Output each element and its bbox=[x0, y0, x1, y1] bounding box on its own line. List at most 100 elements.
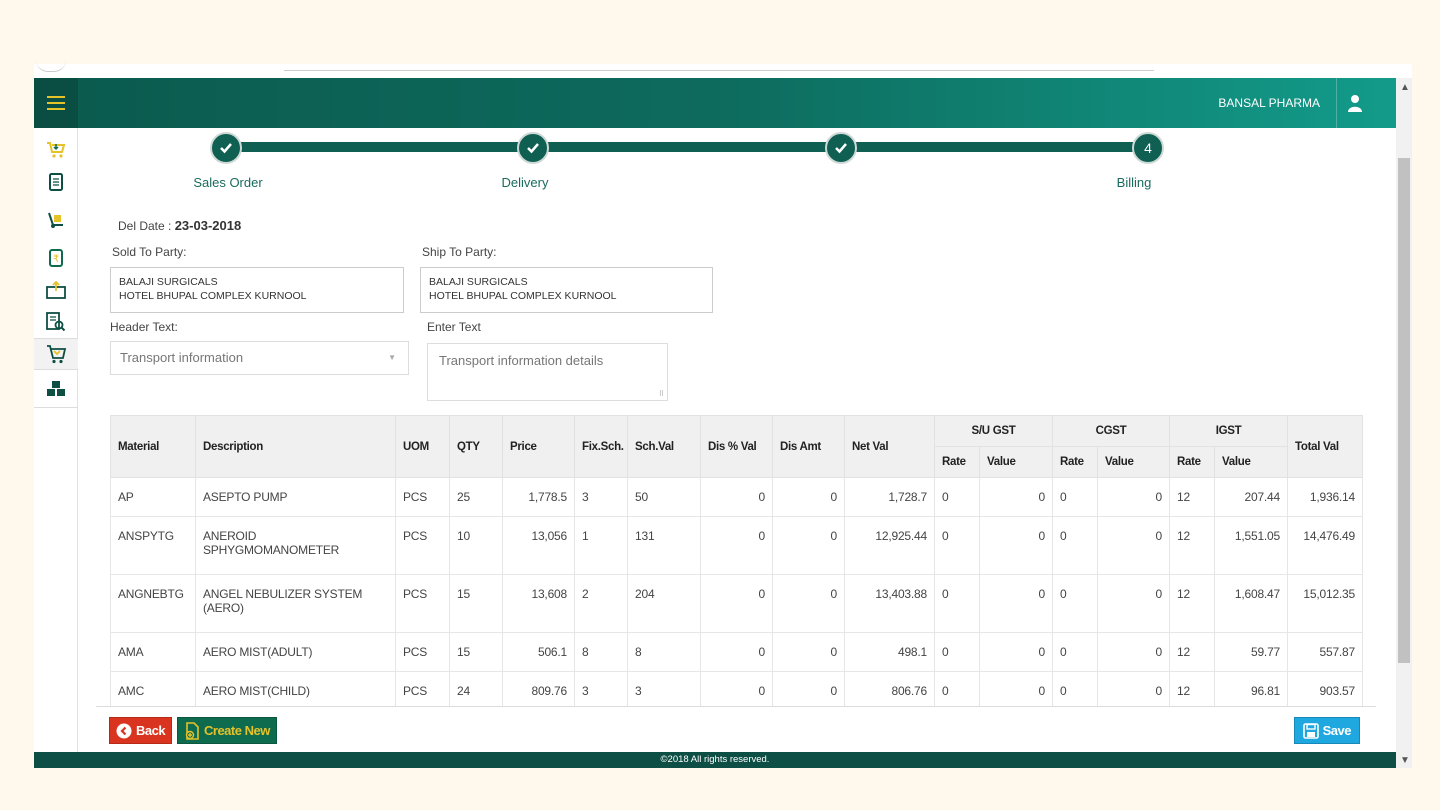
sidebar-item-inventory[interactable] bbox=[34, 370, 78, 408]
col-su-rate[interactable]: Rate bbox=[934, 446, 980, 478]
document-icon bbox=[49, 173, 63, 191]
sidebar-item-billing[interactable]: ₹ bbox=[34, 242, 78, 274]
cell-sch-val: 50 bbox=[627, 477, 701, 517]
cell-material: AP bbox=[110, 477, 196, 517]
col-material[interactable]: Material bbox=[110, 415, 196, 478]
back-button[interactable]: Back bbox=[109, 717, 173, 744]
scroll-down-arrow-icon[interactable]: ▼ bbox=[1400, 755, 1410, 766]
col-sch-val[interactable]: Sch.Val bbox=[627, 415, 701, 478]
cell-cgst-rate: 0 bbox=[1052, 574, 1098, 633]
col-cgst-rate[interactable]: Rate bbox=[1052, 446, 1098, 478]
cell-uom: PCS bbox=[395, 632, 450, 672]
new-document-icon bbox=[185, 721, 199, 740]
table-row[interactable]: AMA AERO MIST(ADULT) PCS 15 506.1 8 8 0 … bbox=[110, 632, 1364, 672]
col-net-val[interactable]: Net Val bbox=[844, 415, 935, 478]
table-row[interactable]: ANSPYTG ANEROID SPHYGMOMANOMETER PCS 10 … bbox=[110, 516, 1364, 575]
check-icon bbox=[835, 143, 847, 154]
create-new-button[interactable]: Create New bbox=[177, 717, 277, 744]
sold-to-line1: BALAJI SURGICALS bbox=[119, 276, 218, 288]
cell-su-value: 0 bbox=[979, 632, 1053, 672]
cell-fix-sch: 1 bbox=[574, 516, 628, 575]
step-sales-order[interactable] bbox=[210, 132, 242, 164]
col-igst-value[interactable]: Value bbox=[1213, 446, 1289, 478]
cell-igst-rate: 12 bbox=[1169, 574, 1215, 633]
top-header: BANSAL PHARMA bbox=[34, 78, 1396, 128]
scroll-up-arrow-icon[interactable]: ▲ bbox=[1400, 82, 1410, 93]
col-group-igst: IGST bbox=[1168, 415, 1289, 447]
col-price[interactable]: Price bbox=[502, 415, 575, 478]
page-scrollbar[interactable]: ▲ ▼ bbox=[1396, 78, 1412, 768]
floppy-disk-icon bbox=[1302, 722, 1319, 739]
user-profile-button[interactable] bbox=[1336, 78, 1372, 128]
col-description[interactable]: Description bbox=[195, 415, 396, 478]
cubes-icon bbox=[47, 380, 65, 396]
cell-cgst-rate: 0 bbox=[1052, 632, 1098, 672]
col-su-value[interactable]: Value bbox=[979, 446, 1053, 478]
sidebar-item-documents[interactable] bbox=[34, 166, 78, 198]
create-new-label: Create New bbox=[204, 723, 270, 738]
enter-text-textarea[interactable]: Transport information details ⠿ bbox=[427, 343, 668, 401]
step-connector bbox=[842, 142, 1148, 152]
col-dis-pct-val[interactable]: Dis % Val bbox=[700, 415, 773, 478]
cell-cgst-rate: 0 bbox=[1052, 516, 1098, 575]
table-row[interactable]: AMC AERO MIST(CHILD) PCS 24 809.76 3 3 0… bbox=[110, 671, 1364, 708]
sidebar-item-sales-order[interactable] bbox=[34, 134, 78, 166]
cell-dis-amt: 0 bbox=[772, 574, 845, 633]
col-fix-sch[interactable]: Fix.Sch. bbox=[574, 415, 628, 478]
col-group-su-gst: S/U GST bbox=[934, 415, 1053, 447]
rupee-document-icon: ₹ bbox=[49, 249, 63, 267]
step-label-delivery: Delivery bbox=[501, 175, 549, 190]
cell-net-val: 12,925.44 bbox=[844, 516, 935, 575]
cell-cgst-value: 0 bbox=[1097, 477, 1170, 517]
save-button[interactable]: Save bbox=[1293, 717, 1360, 744]
copyright-footer: ©2018 All rights reserved. bbox=[34, 752, 1396, 768]
cell-total-val: 14,476.49 bbox=[1287, 516, 1364, 575]
cell-description: ASEPTO PUMP bbox=[195, 477, 396, 517]
sidebar-item-returns[interactable] bbox=[34, 338, 78, 370]
cell-price: 809.76 bbox=[502, 671, 575, 708]
sidebar-item-reports[interactable] bbox=[34, 306, 78, 338]
cell-description: AERO MIST(ADULT) bbox=[195, 632, 396, 672]
check-icon bbox=[220, 143, 232, 154]
cell-cgst-rate: 0 bbox=[1052, 477, 1098, 517]
cell-cgst-value: 0 bbox=[1097, 671, 1170, 708]
col-qty[interactable]: QTY bbox=[449, 415, 503, 478]
ship-to-line2: HOTEL BHUPAL COMPLEX KURNOOL bbox=[429, 290, 617, 302]
table-row[interactable]: ANGNEBTG ANGEL NEBULIZER SYSTEM (AERO) P… bbox=[110, 574, 1364, 633]
delivery-date: Del Date : 23-03-2018 bbox=[118, 218, 241, 233]
cell-igst-value: 1,608.47 bbox=[1213, 574, 1289, 633]
cell-total-val: 1,936.14 bbox=[1287, 477, 1364, 517]
billing-items-table: Material Description UOM QTY Price Fix.S… bbox=[110, 415, 1364, 708]
col-total-val[interactable]: Total Val bbox=[1287, 415, 1364, 478]
sidebar-item-dispatch[interactable] bbox=[34, 274, 78, 306]
menu-toggle-button[interactable] bbox=[34, 78, 78, 128]
cell-su-value: 0 bbox=[979, 516, 1053, 575]
cell-su-rate: 0 bbox=[934, 632, 980, 672]
table-row[interactable]: AP ASEPTO PUMP PCS 25 1,778.5 3 50 0 0 1… bbox=[110, 477, 1364, 517]
col-group-cgst: CGST bbox=[1052, 415, 1170, 447]
cell-material: AMA bbox=[110, 632, 196, 672]
cell-su-rate: 0 bbox=[934, 574, 980, 633]
cell-qty: 10 bbox=[449, 516, 503, 575]
step-billing[interactable]: 4 bbox=[1132, 132, 1164, 164]
company-name: BANSAL PHARMA bbox=[1218, 96, 1320, 110]
col-uom[interactable]: UOM bbox=[395, 415, 450, 478]
scrollbar-thumb[interactable] bbox=[1398, 158, 1410, 663]
cell-total-val: 557.87 bbox=[1287, 632, 1364, 672]
sold-to-label: Sold To Party: bbox=[112, 245, 187, 259]
step-3[interactable] bbox=[825, 132, 857, 164]
col-igst-rate[interactable]: Rate bbox=[1169, 446, 1215, 478]
ship-to-address: BALAJI SURGICALS HOTEL BHUPAL COMPLEX KU… bbox=[420, 267, 713, 313]
cell-total-val: 15,012.35 bbox=[1287, 574, 1364, 633]
col-cgst-value[interactable]: Value bbox=[1097, 446, 1170, 478]
header-text-select[interactable]: Transport information ▼ bbox=[110, 341, 409, 375]
col-dis-amt[interactable]: Dis Amt bbox=[772, 415, 845, 478]
cell-igst-value: 59.77 bbox=[1213, 632, 1289, 672]
cell-uom: PCS bbox=[395, 671, 450, 708]
resize-grip-icon[interactable]: ⠿ bbox=[659, 390, 664, 398]
cell-dis-amt: 0 bbox=[772, 632, 845, 672]
chevron-down-icon: ▼ bbox=[388, 353, 396, 362]
step-delivery[interactable] bbox=[517, 132, 549, 164]
sidebar-item-delivery[interactable] bbox=[34, 204, 78, 236]
step-label-billing: Billing bbox=[1116, 175, 1152, 190]
